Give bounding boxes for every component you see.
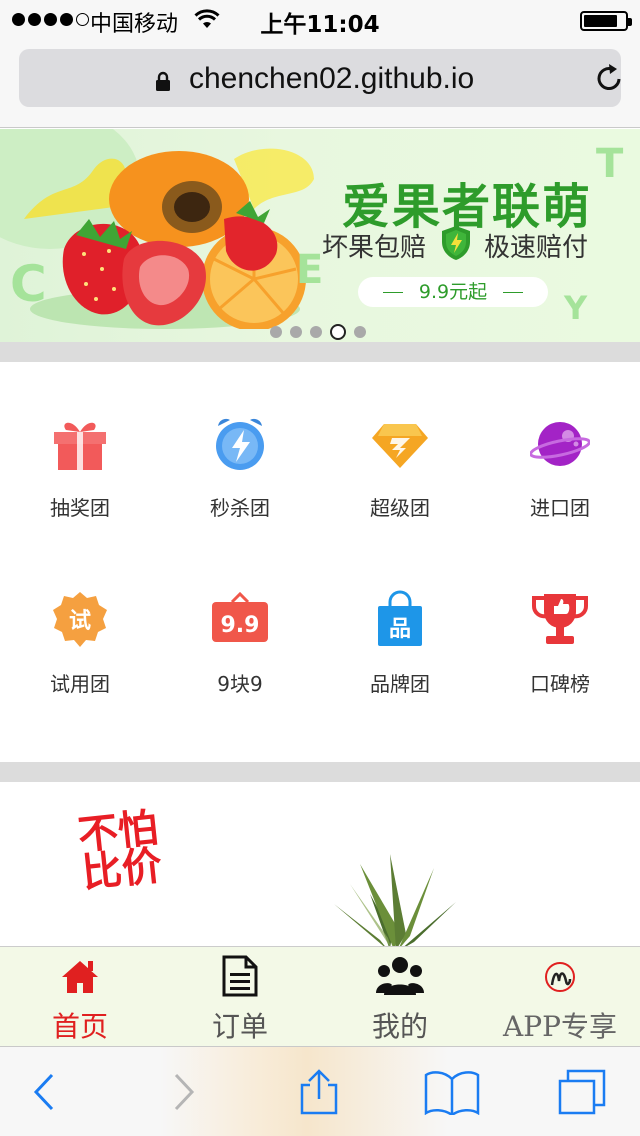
tab-label: APP专享 (503, 1010, 617, 1043)
banner-subtitle-right: 极速赔付 (484, 233, 589, 263)
category-trial[interactable]: 试 试用团 (0, 590, 160, 740)
category-label: 口碑榜 (530, 672, 590, 696)
category-rating[interactable]: 口碑榜 (480, 590, 640, 740)
status-bar: 中国移动 上午11:04 (0, 0, 640, 40)
category-label: 品牌团 (370, 672, 430, 696)
tabs-icon[interactable] (556, 1069, 606, 1115)
price-pill: 9.9元起 (358, 277, 548, 307)
tab-mine[interactable]: 我的 (320, 947, 480, 1047)
category-lottery[interactable]: 抽奖团 (0, 414, 160, 564)
category-99[interactable]: 9.9 9块9 (160, 590, 320, 740)
category-label: 进口团 (530, 496, 590, 520)
carousel-dot[interactable] (354, 326, 366, 338)
fruit-illustration (24, 148, 314, 329)
alarm-clock-icon (216, 418, 264, 470)
shield-icon (442, 226, 470, 260)
browser-toolbar (0, 1046, 640, 1136)
section-divider (0, 342, 640, 362)
promo-slogan: 不怕比价 (75, 805, 165, 897)
trophy-icon (532, 594, 588, 644)
tab-label: 首页 (51, 1010, 108, 1043)
tab-label: 订单 (211, 1010, 268, 1043)
category-brand[interactable]: 品 品牌团 (320, 590, 480, 740)
browser-address-area: chenchen02.github.io (0, 40, 640, 128)
shopping-bag-icon: 品 (378, 590, 422, 646)
battery-icon (580, 11, 632, 31)
carousel-dot[interactable] (290, 326, 302, 338)
bookmarks-icon[interactable] (424, 1069, 480, 1115)
banner-letter-y: Y (564, 289, 588, 327)
carousel-indicator[interactable] (270, 324, 366, 340)
trial-badge-icon: 试 (53, 592, 107, 647)
banner-letter-t: T (596, 141, 624, 187)
bottom-tab-bar: 首页 订单 我的 APP专享 (0, 946, 640, 1046)
category-super[interactable]: 超级团 (320, 414, 480, 564)
tab-home[interactable]: 首页 (0, 947, 160, 1047)
gift-icon (54, 422, 106, 470)
category-label: 超级团 (370, 496, 430, 520)
category-label: 试用团 (50, 672, 110, 696)
promo-section[interactable]: 不怕比价 (0, 782, 640, 948)
category-grid: 抽奖团 秒杀团 超级团 进口团 试 试用团 9.9 9块9 品 品牌团 口碑榜 (0, 362, 640, 762)
back-icon[interactable] (22, 1069, 72, 1115)
price-text: 9.9元起 (418, 281, 488, 303)
reload-icon[interactable] (593, 62, 625, 94)
banner-subtitle-left: 坏果包赔 (322, 233, 427, 263)
clock: 上午11:04 (260, 12, 380, 38)
users-icon (376, 957, 424, 995)
carousel-dot-active[interactable] (330, 324, 346, 340)
price-tag-icon: 9.9 (212, 591, 268, 642)
trial-glyph: 试 (69, 609, 91, 634)
share-icon[interactable] (294, 1069, 344, 1115)
category-label: 9块9 (217, 672, 263, 696)
banner-letter-e: E (296, 247, 324, 293)
address-bar[interactable]: chenchen02.github.io (19, 49, 621, 107)
url-text: chenchen02.github.io (189, 62, 475, 95)
forward-icon[interactable] (156, 1069, 206, 1115)
carousel-dot[interactable] (270, 326, 282, 338)
banner-letter-c: C (10, 255, 47, 313)
brand-glyph: 品 (389, 617, 411, 642)
category-import[interactable]: 进口团 (480, 414, 640, 564)
category-label: 抽奖团 (50, 496, 110, 520)
tab-label: 我的 (371, 1010, 428, 1043)
category-label: 秒杀团 (210, 496, 270, 520)
category-flash-sale[interactable]: 秒杀团 (160, 414, 320, 564)
carousel-dot[interactable] (310, 326, 322, 338)
diamond-icon (372, 424, 428, 468)
home-icon (62, 961, 98, 993)
section-divider (0, 762, 640, 782)
promo-banner[interactable]: C E T Y 爱果者联萌 坏果包赔 极速赔付 9.9元起 (0, 129, 640, 342)
tab-orders[interactable]: 订单 (160, 947, 320, 1047)
document-icon (222, 955, 258, 997)
pineapple-image (334, 854, 456, 948)
planet-icon (530, 422, 590, 466)
app-logo-icon (545, 962, 575, 992)
lock-icon (156, 71, 170, 91)
price-glyph: 9.9 (221, 613, 260, 638)
tab-app-exclusive[interactable]: APP专享 (480, 947, 640, 1047)
